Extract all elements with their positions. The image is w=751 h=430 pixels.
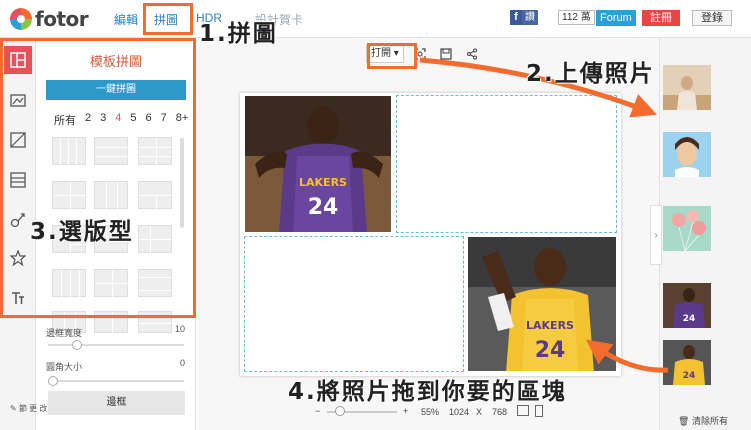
border-width-label: 邊框寬度	[46, 328, 83, 338]
svg-text:24: 24	[683, 371, 696, 381]
facebook-like-count: 112 萬	[558, 10, 595, 25]
facebook-like-label: 讚	[522, 10, 538, 25]
facebook-icon: f	[510, 10, 522, 25]
border-width-value: 10	[175, 324, 186, 334]
brand-name: fotor	[35, 7, 89, 31]
lakers-gold-photo: 24	[663, 340, 711, 385]
border-width-slider[interactable]	[48, 344, 184, 346]
clear-all-label: 清除所有	[691, 416, 728, 426]
actual-size-icon[interactable]	[535, 405, 543, 417]
corner-radius-slider-knob[interactable]	[48, 376, 58, 386]
fotor-logo-icon	[10, 8, 32, 30]
annotation-step1: 1.拼圖	[199, 21, 278, 47]
annotation-step4: 4.將照片拖到你要的區塊	[288, 379, 567, 405]
uploaded-photo-thumbnail[interactable]	[663, 132, 711, 177]
dimension-separator: X	[476, 407, 483, 417]
corner-radius-value: 0	[180, 358, 186, 368]
canvas-width: 1024	[449, 407, 470, 417]
clear-all-button[interactable]: 🗑 清除所有	[678, 414, 728, 427]
facebook-like-button[interactable]: f 讚	[510, 10, 538, 25]
annotation-step2: 2.上傳照片	[526, 61, 655, 87]
top-bar: fotor 編輯 拼圖 HDR 設計賀卡 f 讚 112 萬 Forum 註冊 …	[0, 0, 751, 38]
register-button[interactable]: 註冊	[642, 10, 680, 26]
collage-cell-empty[interactable]	[396, 95, 617, 233]
panel-footer: ✎ 節 更 改	[10, 403, 47, 414]
svg-text:LAKERS: LAKERS	[526, 319, 574, 332]
footer-text: 節 更 改	[18, 404, 48, 413]
annotation-box-template-panel	[0, 38, 196, 318]
uploaded-photo-thumbnail[interactable]	[663, 206, 711, 251]
annotation-step3: 3.選版型	[30, 219, 134, 245]
zoom-slider-knob[interactable]	[335, 406, 345, 416]
svg-text:LAKERS: LAKERS	[299, 176, 347, 189]
corner-radius-slider[interactable]	[48, 380, 184, 382]
basketball-player-photo: LAKERS 24	[245, 96, 391, 232]
edit-icon[interactable]: ✎	[10, 404, 17, 413]
lakers-purple-photo: 24	[663, 283, 711, 328]
collage-canvas[interactable]: LAKERS 24 LAKERS 24	[240, 93, 621, 376]
border-width-slider-knob[interactable]	[72, 340, 82, 350]
svg-text:24: 24	[535, 338, 566, 363]
collage-cell-photo[interactable]: LAKERS 24	[467, 236, 617, 372]
border-button[interactable]: 邊框	[48, 391, 185, 415]
save-icon[interactable]	[436, 45, 456, 63]
zoom-percent: 55%	[421, 407, 440, 417]
trash-icon: 🗑	[678, 416, 690, 426]
share-icon[interactable]	[462, 45, 482, 63]
annotation-box-collage-tab	[143, 3, 193, 35]
uploaded-photo-thumbnail[interactable]: 24	[663, 340, 711, 385]
login-button[interactable]: 登錄	[692, 10, 732, 26]
svg-text:24: 24	[308, 195, 339, 220]
smiling-girl-photo	[663, 132, 711, 177]
woman-sunlight-photo	[663, 65, 711, 110]
zoom-bar: − + 55% 1024 X 768	[305, 404, 550, 420]
collage-cell-empty[interactable]	[244, 236, 464, 372]
annotation-box-open-menu	[367, 43, 417, 69]
corner-radius-label: 圓角大小	[46, 362, 83, 372]
svg-text:24: 24	[683, 314, 696, 324]
fotor-logo[interactable]: fotor	[10, 6, 92, 32]
basketball-player-photo: LAKERS 24	[468, 237, 616, 371]
zoom-out-button[interactable]: −	[315, 406, 320, 416]
uploaded-photo-thumbnail[interactable]	[663, 65, 711, 110]
collapse-strip-icon[interactable]: ›	[650, 205, 662, 265]
collage-cell-photo[interactable]: LAKERS 24	[244, 95, 392, 233]
nav-edit[interactable]: 編輯	[114, 11, 138, 28]
forum-button[interactable]: Forum	[596, 10, 636, 26]
uploaded-photo-thumbnail[interactable]: 24	[663, 283, 711, 328]
zoom-in-button[interactable]: +	[403, 406, 408, 416]
pink-balloons-photo	[663, 206, 711, 251]
canvas-height: 768	[492, 407, 508, 417]
fit-screen-icon[interactable]	[517, 405, 529, 416]
